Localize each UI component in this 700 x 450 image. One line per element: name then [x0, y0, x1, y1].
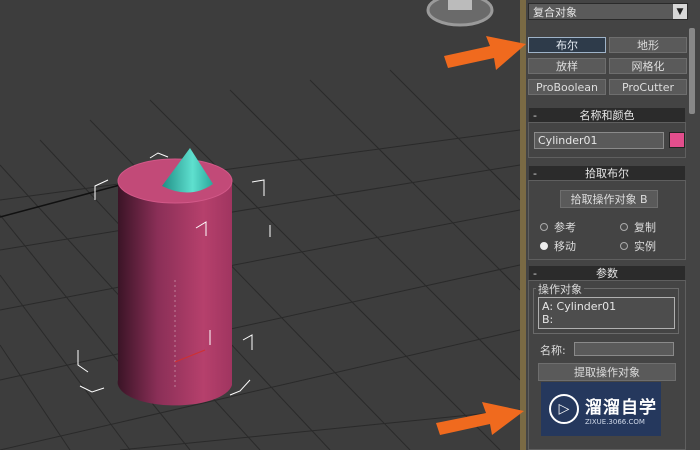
- operand-name-field[interactable]: [574, 342, 674, 356]
- watermark-title: 溜溜自学: [585, 397, 657, 418]
- extract-operand-button[interactable]: 提取操作对象: [538, 363, 676, 381]
- proboolean-button[interactable]: ProBoolean: [528, 79, 606, 95]
- radio-dot: [620, 223, 628, 231]
- radio-label: 参考: [554, 221, 576, 234]
- object-name-field[interactable]: Cylinder01: [534, 132, 664, 149]
- radio-label: 实例: [634, 240, 656, 253]
- mesher-button[interactable]: 网格化: [609, 58, 687, 74]
- collapse-icon: -: [533, 166, 537, 180]
- cylinder-object: [117, 158, 233, 406]
- radio-copy[interactable]: 复制: [620, 219, 656, 235]
- chevron-down-icon[interactable]: ▼: [673, 4, 687, 19]
- arrow-annotation-icon: [436, 402, 524, 435]
- radio-reference[interactable]: 参考: [540, 219, 576, 235]
- loft-button[interactable]: 放样: [528, 58, 606, 74]
- radio-dot-selected: [540, 242, 548, 250]
- name-color-rollout-header[interactable]: - 名称和颜色: [529, 108, 685, 122]
- collapse-icon: -: [533, 266, 537, 280]
- parameters-rollout-header[interactable]: - 参数: [529, 266, 685, 280]
- pick-boolean-rollout-header[interactable]: - 拾取布尔: [529, 166, 685, 180]
- object-color-swatch[interactable]: [669, 132, 685, 148]
- radio-label: 复制: [634, 221, 656, 234]
- radio-move[interactable]: 移动: [540, 238, 576, 254]
- procutter-button[interactable]: ProCutter: [609, 79, 687, 95]
- radio-instance[interactable]: 实例: [620, 238, 656, 254]
- watermark-logo: ▷ 溜溜自学 ZIXUE.3066.COM: [541, 382, 661, 436]
- collapse-icon: -: [533, 108, 537, 122]
- terrain-button[interactable]: 地形: [609, 37, 687, 53]
- viewcube-icon: [426, 0, 494, 27]
- pick-boolean-title: 拾取布尔: [585, 167, 629, 180]
- pick-operand-b-button[interactable]: 拾取操作对象 B: [560, 190, 658, 208]
- category-dropdown[interactable]: 复合对象 ▼: [528, 3, 688, 20]
- operand-name-label: 名称:: [540, 344, 566, 357]
- boolean-button[interactable]: 布尔: [528, 37, 606, 53]
- play-icon: ▷: [549, 394, 579, 424]
- operand-b-item[interactable]: B:: [542, 313, 671, 326]
- operands-label: 操作对象: [536, 281, 584, 297]
- arrow-annotation-icon: [444, 36, 526, 70]
- operands-list[interactable]: A: Cylinder01 B:: [538, 297, 675, 329]
- category-dropdown-value: 复合对象: [533, 5, 577, 19]
- grid: [0, 69, 520, 450]
- watermark-url: ZIXUE.3066.COM: [585, 417, 645, 426]
- name-color-title: 名称和颜色: [579, 109, 635, 122]
- operand-a-item[interactable]: A: Cylinder01: [542, 300, 671, 313]
- radio-dot: [620, 242, 628, 250]
- parameters-title: 参数: [596, 267, 618, 280]
- radio-dot: [540, 223, 548, 231]
- panel-scrollbar[interactable]: [689, 28, 695, 114]
- radio-label: 移动: [554, 240, 576, 253]
